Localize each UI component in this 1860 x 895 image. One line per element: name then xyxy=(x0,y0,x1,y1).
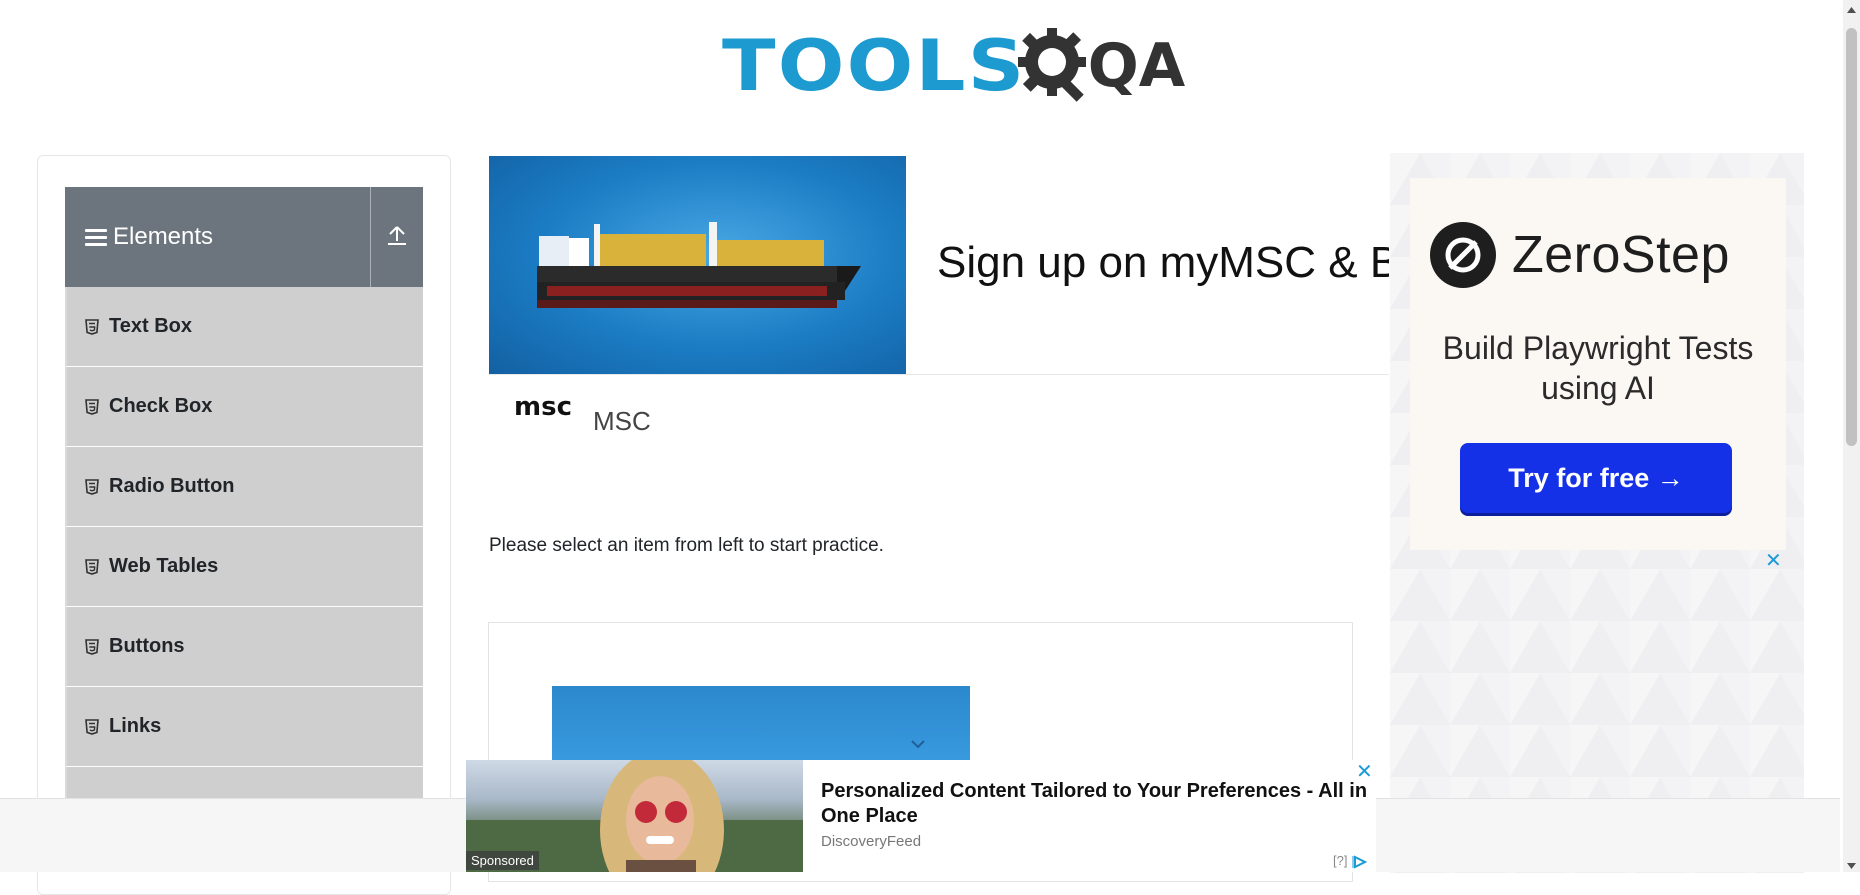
zerostep-logo-icon xyxy=(1430,222,1496,288)
logo-suffix: QA xyxy=(1087,31,1186,101)
practice-instruction: Please select an item from left to start… xyxy=(489,535,884,556)
adchoices-help: [?] xyxy=(1333,853,1348,868)
ad-ship-image[interactable] xyxy=(489,156,906,374)
sponsored-label: Sponsored xyxy=(466,851,539,870)
try-for-free-button[interactable]: Try for free → xyxy=(1460,443,1732,513)
close-icon[interactable]: ✕ xyxy=(1765,548,1782,573)
group-title-label: Elements xyxy=(113,223,214,250)
html5-icon xyxy=(85,478,99,495)
upload-arrow-icon xyxy=(387,224,407,251)
sidebar-item-buttons[interactable]: Buttons xyxy=(65,607,423,687)
sidebar-item-links[interactable]: Links xyxy=(65,687,423,767)
sidebar-item-check-box[interactable]: Check Box xyxy=(65,367,423,447)
scroll-up-arrow-icon[interactable] xyxy=(1846,2,1857,13)
chevron-down-icon[interactable] xyxy=(910,736,926,754)
hamburger-icon xyxy=(85,228,107,246)
sidebar-item-text-box[interactable]: Text Box xyxy=(65,287,423,367)
html5-icon xyxy=(85,398,99,415)
gear-icon xyxy=(1016,26,1094,106)
html5-icon xyxy=(85,718,99,735)
sidebar-item-label: Radio Button xyxy=(109,475,235,497)
sponsored-title[interactable]: Personalized Content Tailored to Your Pr… xyxy=(821,779,1376,829)
sidebar-item-label: Text Box xyxy=(109,315,192,337)
left-panel: Elements Text Box Check Box Radio Button xyxy=(37,155,451,895)
scrollbar-thumb[interactable] xyxy=(1846,28,1857,446)
sidebar-item-label: Buttons xyxy=(109,635,185,657)
container-ship-graphic xyxy=(537,222,861,308)
zerostep-tagline: Build Playwright Tests using AI xyxy=(1442,330,1754,406)
collapse-button[interactable] xyxy=(371,187,423,287)
elements-group-header[interactable]: Elements xyxy=(65,187,423,287)
html5-icon xyxy=(85,558,99,575)
html5-icon xyxy=(85,638,99,655)
zerostep-name: ZeroStep xyxy=(1512,226,1730,284)
ad-divider xyxy=(489,374,1389,375)
sidebar-item-web-tables[interactable]: Web Tables xyxy=(65,527,423,607)
ad-brand-name[interactable]: MSC xyxy=(593,406,651,437)
close-icon[interactable]: ✕ xyxy=(1356,759,1373,784)
sponsored-source[interactable]: DiscoveryFeed xyxy=(821,833,921,850)
msc-logo: msc xyxy=(514,392,572,422)
sidebar-item-label: Links xyxy=(109,715,162,737)
logo-text: TOOLS xyxy=(722,25,1027,107)
elements-menu: Text Box Check Box Radio Button Web Tabl… xyxy=(65,287,423,847)
adchoices-icon[interactable]: [?] xyxy=(1333,853,1369,869)
ad-headline[interactable]: Sign up on myMSC & B xyxy=(937,238,1389,288)
zerostep-brand[interactable]: ZeroStep xyxy=(1430,222,1730,288)
group-title[interactable]: Elements xyxy=(65,187,371,287)
scroll-down-arrow-icon[interactable] xyxy=(1846,858,1857,869)
toolsqa-logo[interactable]: TOOLS QA xyxy=(722,18,1185,114)
html5-icon xyxy=(85,318,99,335)
sidebar-item-label: Web Tables xyxy=(109,555,219,577)
inner-ad-image[interactable] xyxy=(552,686,970,766)
sidebar-item-radio-button[interactable]: Radio Button xyxy=(65,447,423,527)
sidebar-item-label: Check Box xyxy=(109,395,213,417)
